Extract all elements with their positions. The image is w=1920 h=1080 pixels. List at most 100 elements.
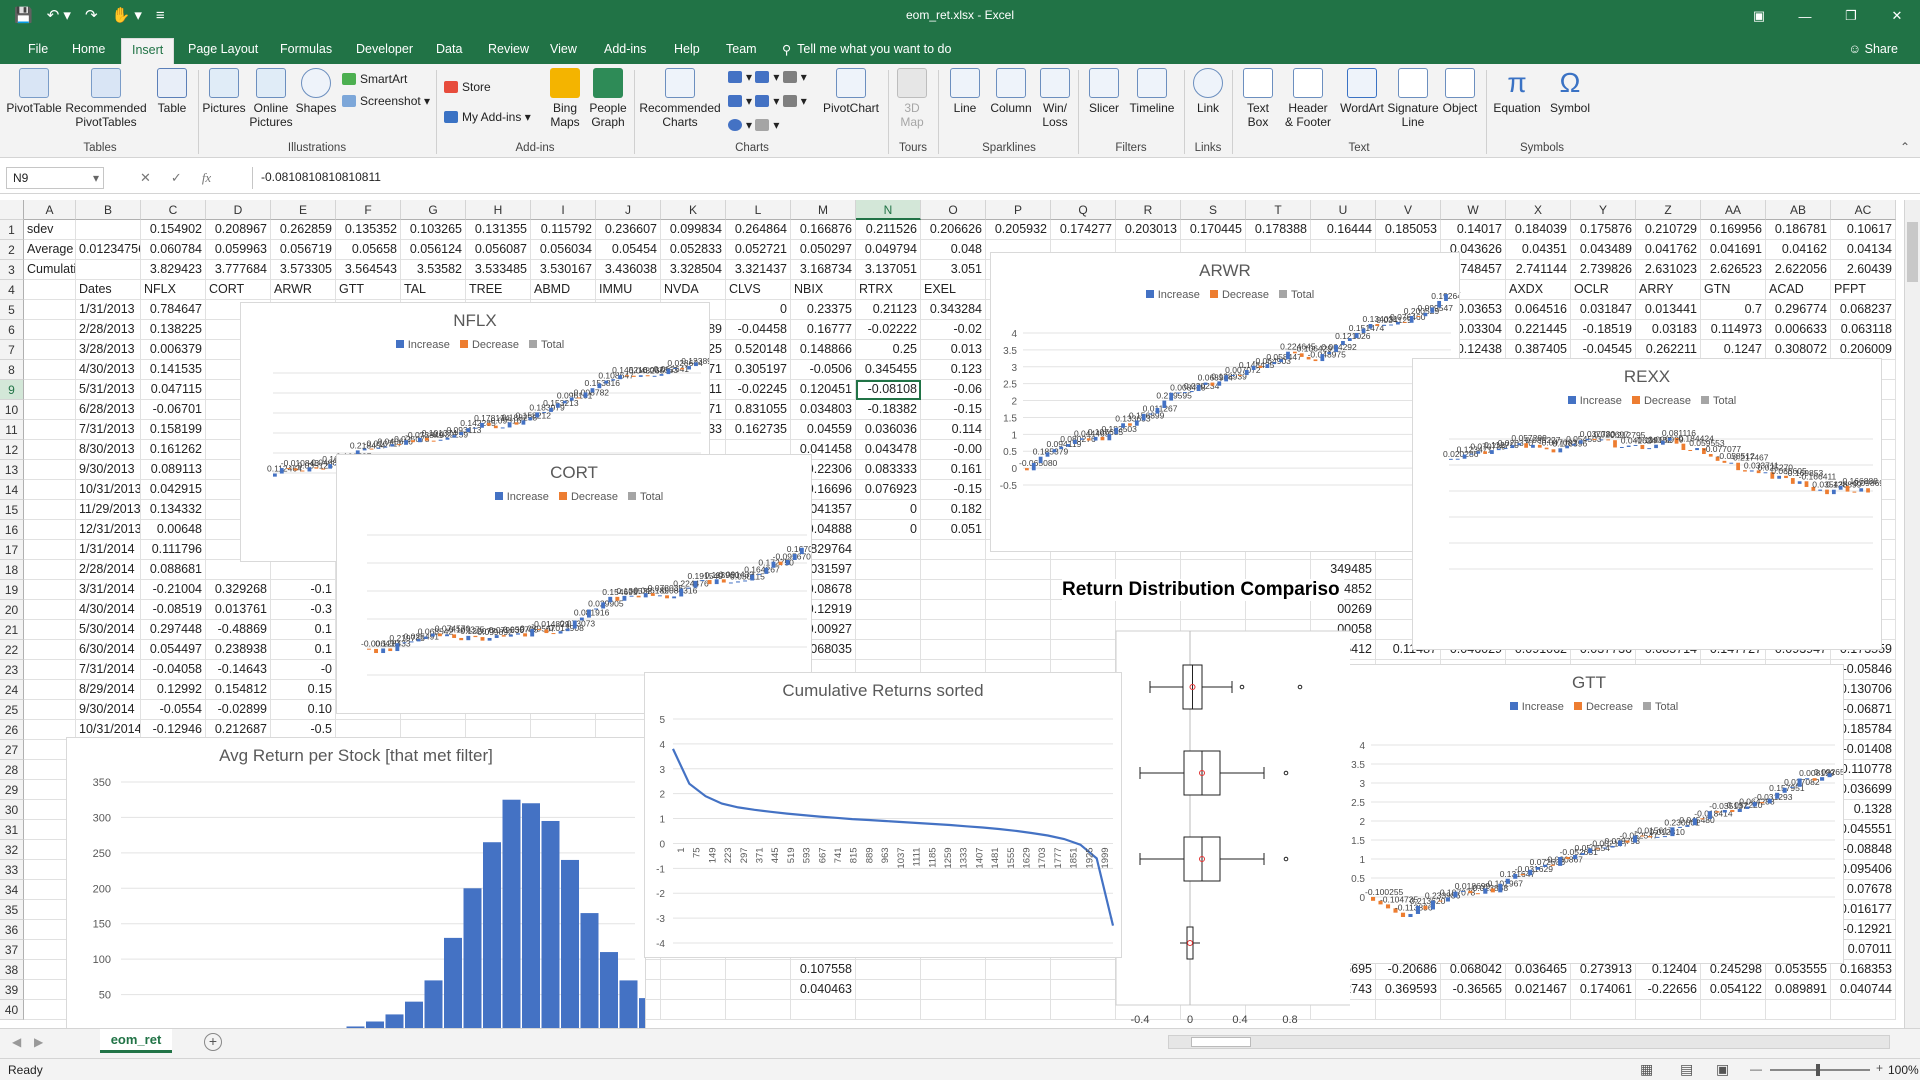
- column-header-o[interactable]: O: [921, 200, 986, 220]
- tab-data[interactable]: Data: [426, 38, 472, 64]
- cell-b2[interactable]: 0.012347563: [76, 240, 141, 260]
- cell-l6[interactable]: -0.04458: [726, 320, 791, 340]
- column-header-i[interactable]: I: [531, 200, 596, 220]
- cell-aa4[interactable]: GTN: [1701, 280, 1766, 300]
- cell-j1[interactable]: 0.236607: [596, 220, 661, 240]
- cell-n7[interactable]: 0.25: [856, 340, 921, 360]
- timeline-button[interactable]: Timeline: [1126, 68, 1178, 115]
- zoom-out-icon[interactable]: —: [1750, 1062, 1762, 1076]
- cell-n17[interactable]: [856, 540, 921, 560]
- pie-chart-dropdown[interactable]: ▾ ▾: [728, 118, 779, 132]
- row-header-36[interactable]: 36: [0, 920, 24, 940]
- page-layout-view-icon[interactable]: ▤: [1680, 1061, 1693, 1078]
- cell-b17[interactable]: 1/31/2014: [76, 540, 141, 560]
- cell-x39[interactable]: 0.021467: [1506, 980, 1571, 1000]
- cell-e25[interactable]: 0.10: [271, 700, 336, 720]
- cell-k3[interactable]: 3.328504: [661, 260, 726, 280]
- cell-t1[interactable]: 0.178388: [1246, 220, 1311, 240]
- row-header-24[interactable]: 24: [0, 680, 24, 700]
- cell-z5[interactable]: 0.013441: [1636, 300, 1701, 320]
- cell-c16[interactable]: 0.00648: [141, 520, 206, 540]
- cell-c15[interactable]: 0.134332: [141, 500, 206, 520]
- cell-v1[interactable]: 0.185053: [1376, 220, 1441, 240]
- cell-e21[interactable]: 0.1: [271, 620, 336, 640]
- cell-n12[interactable]: 0.043478: [856, 440, 921, 460]
- column-header-w[interactable]: W: [1441, 200, 1506, 220]
- cell-k39[interactable]: [661, 980, 726, 1000]
- cell-d21[interactable]: -0.48869: [206, 620, 271, 640]
- cell-ac5[interactable]: 0.068237: [1831, 300, 1896, 320]
- cell-n15[interactable]: 0: [856, 500, 921, 520]
- cell-b5[interactable]: 1/31/2013: [76, 300, 141, 320]
- cell-e3[interactable]: 3.573305: [271, 260, 336, 280]
- row-header-9[interactable]: 9: [0, 380, 24, 400]
- cell-a7[interactable]: [24, 340, 76, 360]
- cell-h1[interactable]: 0.131355: [466, 220, 531, 240]
- tab-addins[interactable]: Add-ins: [594, 38, 656, 64]
- cell-ab40[interactable]: [1766, 1000, 1831, 1020]
- cell-b24[interactable]: 8/29/2014: [76, 680, 141, 700]
- zoom-slider[interactable]: [1770, 1064, 1870, 1076]
- cell-j2[interactable]: 0.05454: [596, 240, 661, 260]
- cell-o6[interactable]: -0.02: [921, 320, 986, 340]
- cell-a4[interactable]: [24, 280, 76, 300]
- cell-p1[interactable]: 0.205932: [986, 220, 1051, 240]
- column-header-f[interactable]: F: [336, 200, 401, 220]
- cell-a19[interactable]: [24, 580, 76, 600]
- zoom-slider-thumb[interactable]: [1816, 1064, 1820, 1076]
- cell-k38[interactable]: [661, 960, 726, 980]
- cell-z39[interactable]: -0.22656: [1636, 980, 1701, 1000]
- cell-y4[interactable]: OCLR: [1571, 280, 1636, 300]
- cell-a13[interactable]: [24, 460, 76, 480]
- cell-b22[interactable]: 6/30/2014: [76, 640, 141, 660]
- cell-y7[interactable]: -0.04545: [1571, 340, 1636, 360]
- cell-l3[interactable]: 3.321437: [726, 260, 791, 280]
- insert-function-icon[interactable]: fx: [202, 170, 211, 186]
- normal-view-icon[interactable]: ▦: [1640, 1061, 1653, 1078]
- cell-m7[interactable]: 0.148866: [791, 340, 856, 360]
- cell-ac2[interactable]: 0.04134: [1831, 240, 1896, 260]
- line-chart-dropdown[interactable]: ▾ ▾ ▾: [728, 94, 807, 108]
- cell-ab5[interactable]: 0.296774: [1766, 300, 1831, 320]
- cell-z7[interactable]: 0.262211: [1636, 340, 1701, 360]
- cell-a18[interactable]: [24, 560, 76, 580]
- link-button[interactable]: Link: [1190, 68, 1226, 115]
- cell-o16[interactable]: 0.051: [921, 520, 986, 540]
- column-header-ac[interactable]: AC: [1831, 200, 1896, 220]
- cell-k4[interactable]: NVDA: [661, 280, 726, 300]
- cell-m8[interactable]: -0.0506: [791, 360, 856, 380]
- pivottable-button[interactable]: PivotTable: [6, 68, 62, 115]
- cell-o22[interactable]: [921, 640, 986, 660]
- column-header-v[interactable]: V: [1376, 200, 1441, 220]
- cell-ab3[interactable]: 2.622056: [1766, 260, 1831, 280]
- cell-c1[interactable]: 0.154902: [141, 220, 206, 240]
- cell-l4[interactable]: CLVS: [726, 280, 791, 300]
- cell-o40[interactable]: [921, 1000, 986, 1020]
- cell-l1[interactable]: 0.264864: [726, 220, 791, 240]
- cell-g4[interactable]: TAL: [401, 280, 466, 300]
- cell-d22[interactable]: 0.238938: [206, 640, 271, 660]
- cell-b15[interactable]: 11/29/2013: [76, 500, 141, 520]
- column-header-d[interactable]: D: [206, 200, 271, 220]
- cell-o15[interactable]: 0.182: [921, 500, 986, 520]
- row-header-37[interactable]: 37: [0, 940, 24, 960]
- add-sheet-icon[interactable]: +: [204, 1033, 222, 1051]
- cell-d4[interactable]: CORT: [206, 280, 271, 300]
- object-button[interactable]: Object: [1440, 68, 1480, 115]
- cell-l9[interactable]: -0.02245: [726, 380, 791, 400]
- cell-g3[interactable]: 3.53582: [401, 260, 466, 280]
- cell-a8[interactable]: [24, 360, 76, 380]
- cell-e22[interactable]: 0.1: [271, 640, 336, 660]
- column-header-h[interactable]: H: [466, 200, 531, 220]
- recommended-pivottables-button[interactable]: Recommended PivotTables: [64, 68, 148, 129]
- cell-c6[interactable]: 0.138225: [141, 320, 206, 340]
- zoom-level[interactable]: 100%: [1888, 1063, 1919, 1077]
- cell-n18[interactable]: [856, 560, 921, 580]
- cell-ac40[interactable]: [1831, 1000, 1896, 1020]
- cell-l7[interactable]: 0.520148: [726, 340, 791, 360]
- cell-c18[interactable]: 0.088681: [141, 560, 206, 580]
- cell-e20[interactable]: -0.3: [271, 600, 336, 620]
- cell-n21[interactable]: [856, 620, 921, 640]
- cell-d2[interactable]: 0.059963: [206, 240, 271, 260]
- collapse-ribbon-icon[interactable]: ⌃: [1900, 140, 1910, 154]
